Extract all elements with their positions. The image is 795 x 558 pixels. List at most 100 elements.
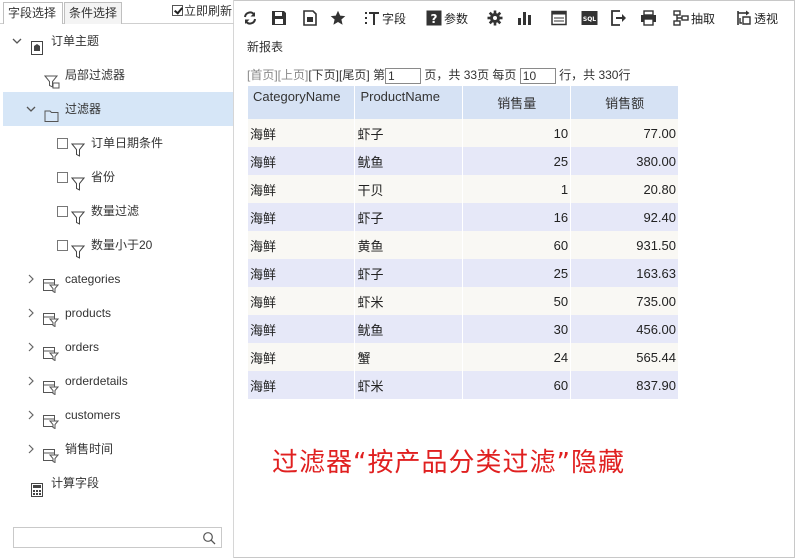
save-as-button[interactable] xyxy=(302,9,318,27)
tree-item-sales-time[interactable]: 销售时间 xyxy=(0,432,233,466)
chevron-right-icon[interactable] xyxy=(25,398,37,432)
tree-item-label: 局部过滤器 xyxy=(65,68,126,82)
field-button[interactable]: 字段 xyxy=(364,9,406,27)
funnel-icon xyxy=(70,170,86,191)
cell-qty: 50 xyxy=(462,287,572,315)
chevron-right-icon[interactable] xyxy=(25,330,37,364)
cell-amount: 92.40 xyxy=(570,203,679,231)
condition-checkbox[interactable] xyxy=(57,240,68,251)
field-icon xyxy=(365,12,379,25)
auto-refresh-checkbox[interactable] xyxy=(172,5,183,16)
tree-item-calculated-field[interactable]: 计算字段 xyxy=(0,466,233,500)
export-icon xyxy=(611,10,626,26)
settings-button[interactable] xyxy=(487,9,503,27)
print-button[interactable] xyxy=(640,9,657,27)
annotation-text: 过滤器“按产品分类过滤”隐藏 xyxy=(272,448,625,478)
table-row: 海鲜 鱿鱼 30 456.00 xyxy=(248,315,679,343)
page-number-input[interactable]: 1 xyxy=(385,67,422,84)
svg-text:SQL: SQL xyxy=(583,16,596,23)
chevron-right-icon[interactable] xyxy=(25,432,37,466)
tree-item-filter[interactable]: 过滤器 xyxy=(3,92,233,126)
chevron-right-icon[interactable] xyxy=(25,364,37,398)
sql-icon: SQL xyxy=(581,11,598,25)
tree-item-quantity-lt-20[interactable]: 数量小于20 xyxy=(0,228,233,262)
cell-amount: 931.50 xyxy=(570,231,679,259)
tree-item-orders[interactable]: orders xyxy=(0,330,233,364)
column-header-productname[interactable]: ProductName xyxy=(354,86,464,119)
pager-prev-link[interactable]: [上页] xyxy=(278,68,309,82)
chevron-down-icon[interactable] xyxy=(11,24,23,58)
cell-category: 海鲜 xyxy=(248,119,356,147)
topic-icon xyxy=(30,34,44,55)
question-icon: ? xyxy=(426,10,442,26)
export-button[interactable] xyxy=(611,9,627,27)
sql-button[interactable]: SQL xyxy=(581,9,598,27)
tree-item-label: customers xyxy=(65,408,121,422)
table-row: 海鲜 虾子 25 163.63 xyxy=(248,259,679,287)
auto-refresh-toggle[interactable]: 立即刷新 xyxy=(172,2,232,20)
tree-item-local-filter[interactable]: 局部过滤器 xyxy=(0,58,233,92)
save-as-icon xyxy=(303,10,317,26)
tree-item-label: categories xyxy=(65,272,121,286)
favorite-button[interactable] xyxy=(330,9,346,27)
search-icon[interactable] xyxy=(202,531,216,545)
tree-item-customers[interactable]: customers xyxy=(0,398,233,432)
tree-item-products[interactable]: products xyxy=(0,296,233,330)
tree-item-order-date-condition[interactable]: 订单日期条件 xyxy=(0,126,233,160)
local-filter-icon xyxy=(43,68,60,89)
cell-category: 海鲜 xyxy=(248,259,356,287)
column-header-sales-qty[interactable]: 销售量 xyxy=(462,86,572,119)
pager-first-link[interactable]: [首页] xyxy=(247,68,278,82)
window-icon xyxy=(551,10,567,26)
table-row: 海鲜 虾米 50 735.00 xyxy=(248,287,679,315)
pager-last-link[interactable]: [尾页] xyxy=(339,68,370,82)
star-icon xyxy=(330,10,346,25)
tree-item-order-topic[interactable]: 订单主题 xyxy=(0,24,233,58)
tree-item-label: 过滤器 xyxy=(65,102,102,116)
funnel-icon xyxy=(70,204,86,225)
bar-chart-icon xyxy=(518,12,531,25)
save-button[interactable] xyxy=(271,9,287,27)
condition-checkbox[interactable] xyxy=(57,206,68,217)
chevron-right-icon[interactable] xyxy=(25,296,37,330)
tab-condition-select[interactable]: 条件选择 xyxy=(64,2,122,24)
refresh-button[interactable] xyxy=(242,9,258,27)
table-row: 海鲜 虾米 60 837.90 xyxy=(248,371,679,399)
cell-amount: 77.00 xyxy=(570,119,679,147)
tree-item-quantity-filter[interactable]: 数量过滤 xyxy=(0,194,233,228)
pivot-button-label: 透视 xyxy=(754,11,779,26)
cell-amount: 456.00 xyxy=(570,315,679,343)
cell-qty: 10 xyxy=(462,119,572,147)
tree-item-province[interactable]: 省份 xyxy=(0,160,233,194)
chevron-right-icon[interactable] xyxy=(25,262,37,296)
cell-product: 黄鱼 xyxy=(354,231,464,259)
cell-amount: 735.00 xyxy=(570,287,679,315)
cell-category: 海鲜 xyxy=(248,287,356,315)
extract-button[interactable]: 抽取 xyxy=(673,9,715,27)
column-header-sales-amount[interactable]: 销售额 xyxy=(570,86,679,119)
pager-next-link[interactable]: [下页] xyxy=(308,68,339,82)
table-row: 海鲜 鱿鱼 25 380.00 xyxy=(248,147,679,175)
table-row: 海鲜 干贝 1 20.80 xyxy=(248,175,679,203)
funnel-icon xyxy=(70,136,86,157)
tab-field-select[interactable]: 字段选择 xyxy=(3,2,63,24)
layout-button[interactable] xyxy=(551,9,567,27)
cell-product: 鱿鱼 xyxy=(354,315,464,343)
tree-item-orderdetails[interactable]: orderdetails xyxy=(0,364,233,398)
cell-amount: 565.44 xyxy=(570,343,679,371)
pivot-button[interactable]: 透视 xyxy=(736,9,778,27)
condition-checkbox[interactable] xyxy=(57,138,68,149)
chevron-down-icon[interactable] xyxy=(25,92,37,126)
column-header-categoryname[interactable]: CategoryName xyxy=(248,86,356,119)
cell-amount: 380.00 xyxy=(570,147,679,175)
tree-item-categories[interactable]: categories xyxy=(0,262,233,296)
funnel-icon xyxy=(70,238,86,259)
chart-button[interactable] xyxy=(517,9,533,27)
condition-checkbox[interactable] xyxy=(57,172,68,183)
cell-category: 海鲜 xyxy=(248,175,356,203)
cell-amount: 163.63 xyxy=(570,259,679,287)
tree-search-input[interactable] xyxy=(13,527,222,548)
rows-per-page-input[interactable]: 10 xyxy=(519,67,556,84)
parameter-button[interactable]: ? 参数 xyxy=(426,9,468,27)
auto-refresh-label: 立即刷新 xyxy=(184,4,233,18)
